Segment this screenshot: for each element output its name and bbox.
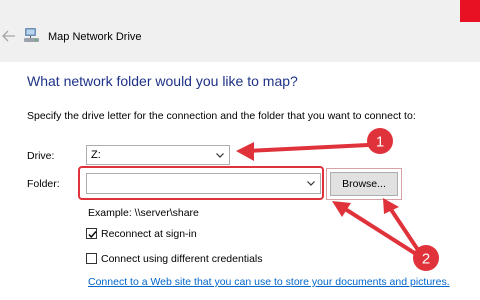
credentials-checkbox[interactable] bbox=[86, 253, 97, 264]
folder-label: Folder: bbox=[27, 178, 60, 190]
badge-1-label: 1 bbox=[376, 134, 384, 151]
callout-arrow-drive bbox=[236, 142, 370, 161]
folder-highlight-box bbox=[78, 166, 324, 200]
browse-button[interactable]: Browse... bbox=[330, 172, 398, 196]
callout-arrow-folder bbox=[332, 201, 418, 256]
close-button[interactable] bbox=[460, 0, 480, 22]
drive-select-value: Z: bbox=[91, 149, 101, 161]
web-site-link[interactable]: Connect to a Web site that you can use t… bbox=[88, 276, 450, 288]
instruction-text: Specify the drive letter for the connect… bbox=[27, 110, 416, 122]
folder-example-text: Example: \\server\share bbox=[88, 207, 199, 219]
credentials-label: Connect using different credentials bbox=[101, 253, 263, 265]
badge-2-label: 2 bbox=[422, 251, 430, 268]
reconnect-option[interactable]: Reconnect at sign-in bbox=[86, 228, 197, 240]
callout-badge-1: 1 bbox=[367, 128, 393, 154]
network-drive-icon bbox=[22, 27, 42, 45]
credentials-option[interactable]: Connect using different credentials bbox=[86, 253, 263, 265]
dialog-heading: What network folder would you like to ma… bbox=[27, 73, 298, 89]
title-bar: Map Network Drive bbox=[0, 0, 480, 62]
reconnect-label: Reconnect at sign-in bbox=[101, 228, 197, 240]
window-title: Map Network Drive bbox=[48, 31, 142, 43]
drive-label: Drive: bbox=[27, 150, 55, 162]
callout-arrow-browse bbox=[383, 198, 420, 252]
drive-select[interactable]: Z: bbox=[86, 145, 230, 165]
chevron-down-icon bbox=[215, 150, 225, 160]
back-arrow-icon[interactable] bbox=[2, 30, 18, 44]
callout-badge-2: 2 bbox=[413, 245, 439, 271]
reconnect-checkbox[interactable] bbox=[86, 228, 97, 239]
